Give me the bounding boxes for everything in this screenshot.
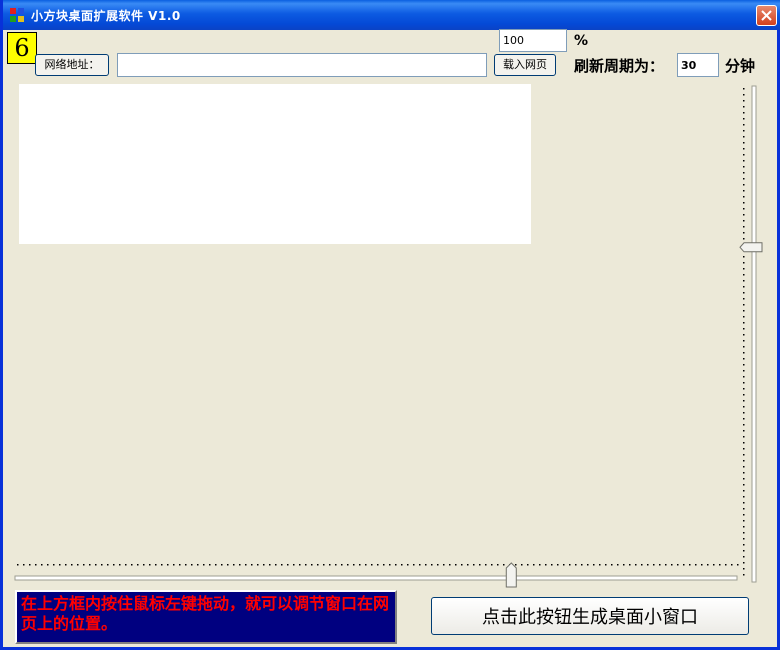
vertical-slider-thumb[interactable] <box>739 242 763 253</box>
window-title: 小方块桌面扩展软件 V1.0 <box>31 9 181 23</box>
vertical-slider-ticks <box>743 88 745 576</box>
webpage-preview-frame[interactable] <box>19 84 531 244</box>
hint-panel: 在上方框内按住鼠标左键拖动，就可以调节窗口在网页上的位置。 <box>15 590 397 644</box>
refresh-label: 刷新周期为： <box>574 57 665 75</box>
close-icon <box>761 10 772 21</box>
hint-text: 在上方框内按住鼠标左键拖动，就可以调节窗口在网页上的位置。 <box>21 594 390 633</box>
app-window: 小方块桌面扩展软件 V1.0 6 网络地址： 载入网页 % 刷新周期为： 分钟 … <box>0 0 780 650</box>
horizontal-slider-track <box>14 575 738 581</box>
url-label-button[interactable]: 网络地址： <box>35 54 109 76</box>
load-page-button[interactable]: 载入网页 <box>494 54 556 76</box>
zoom-unit: % <box>574 33 589 49</box>
horizontal-slider-ticks <box>17 564 739 566</box>
horizontal-slider-thumb[interactable] <box>505 562 517 588</box>
refresh-unit: 分钟 <box>725 57 756 75</box>
vertical-position-slider[interactable] <box>735 84 765 584</box>
generate-desktop-window-button[interactable]: 点击此按钮生成桌面小窗口 <box>431 597 749 635</box>
app-icon <box>10 8 24 22</box>
title-bar[interactable]: 小方块桌面扩展软件 V1.0 <box>3 0 780 30</box>
refresh-interval-input[interactable] <box>677 53 719 77</box>
vertical-slider-track <box>751 85 757 583</box>
zoom-input[interactable] <box>499 29 567 52</box>
close-button[interactable] <box>756 5 777 26</box>
horizontal-position-slider[interactable] <box>13 560 743 588</box>
url-input[interactable] <box>117 53 487 77</box>
counter-badge: 6 <box>7 32 37 64</box>
